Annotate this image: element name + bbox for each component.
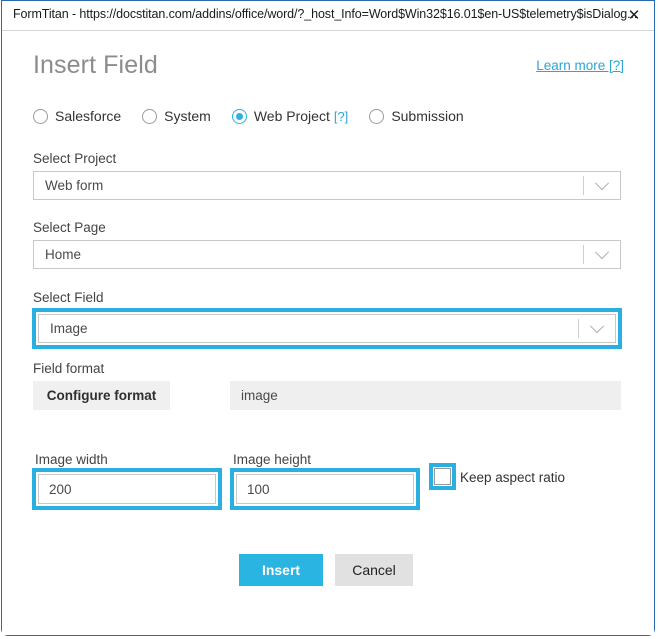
learn-more-link[interactable]: Learn more [?] <box>536 58 624 73</box>
image-width-input[interactable] <box>38 474 216 504</box>
select-page-value: Home <box>34 247 583 262</box>
dialog-content: Insert Field Learn more [?] Salesforce S… <box>2 32 654 635</box>
select-field-value: Image <box>39 321 578 336</box>
radio-label: Submission <box>391 108 463 124</box>
field-format-label: Field format <box>33 361 104 376</box>
keep-aspect-ratio-label: Keep aspect ratio <box>460 470 565 485</box>
radio-system[interactable]: System <box>142 108 211 124</box>
chevron-down-icon[interactable] <box>579 324 615 334</box>
page-title: Insert Field <box>33 51 158 80</box>
chevron-down-icon[interactable] <box>584 181 620 191</box>
radio-web-project[interactable]: Web Project [?] <box>232 108 348 124</box>
field-format-value: image <box>230 381 621 410</box>
chevron-down-icon[interactable] <box>584 250 620 260</box>
help-icon[interactable]: [?] <box>334 109 348 124</box>
select-page-label: Select Page <box>33 220 106 235</box>
select-field-label: Select Field <box>33 290 104 305</box>
insert-button[interactable]: Insert <box>239 554 323 586</box>
radio-salesforce[interactable]: Salesforce <box>33 108 121 124</box>
radio-label: Salesforce <box>55 108 121 124</box>
window-title: FormTitan - https://docstitan.com/addins… <box>13 7 637 21</box>
image-height-label: Image height <box>233 452 311 467</box>
configure-format-button[interactable]: Configure format <box>33 381 170 410</box>
select-page-dropdown[interactable]: Home <box>33 240 621 269</box>
title-bar: FormTitan - https://docstitan.com/addins… <box>2 1 654 31</box>
select-project-label: Select Project <box>33 151 116 166</box>
image-width-label: Image width <box>35 452 108 467</box>
radio-label: System <box>164 108 211 124</box>
radio-icon <box>33 109 48 124</box>
radio-icon <box>142 109 157 124</box>
keep-aspect-ratio-checkbox[interactable] <box>434 468 451 485</box>
select-project-value: Web form <box>34 178 583 193</box>
radio-selected-icon <box>232 109 247 124</box>
source-radio-group: Salesforce System Web Project [?] Submis… <box>33 108 485 124</box>
image-height-input[interactable] <box>236 474 414 504</box>
select-project-dropdown[interactable]: Web form <box>33 171 621 200</box>
radio-label: Web Project <box>254 108 330 124</box>
cancel-button[interactable]: Cancel <box>335 554 413 586</box>
select-field-dropdown[interactable]: Image <box>38 314 616 343</box>
radio-icon <box>369 109 384 124</box>
dialog-window: FormTitan - https://docstitan.com/addins… <box>1 0 655 636</box>
close-icon[interactable]: ✕ <box>623 5 645 27</box>
radio-submission[interactable]: Submission <box>369 108 463 124</box>
